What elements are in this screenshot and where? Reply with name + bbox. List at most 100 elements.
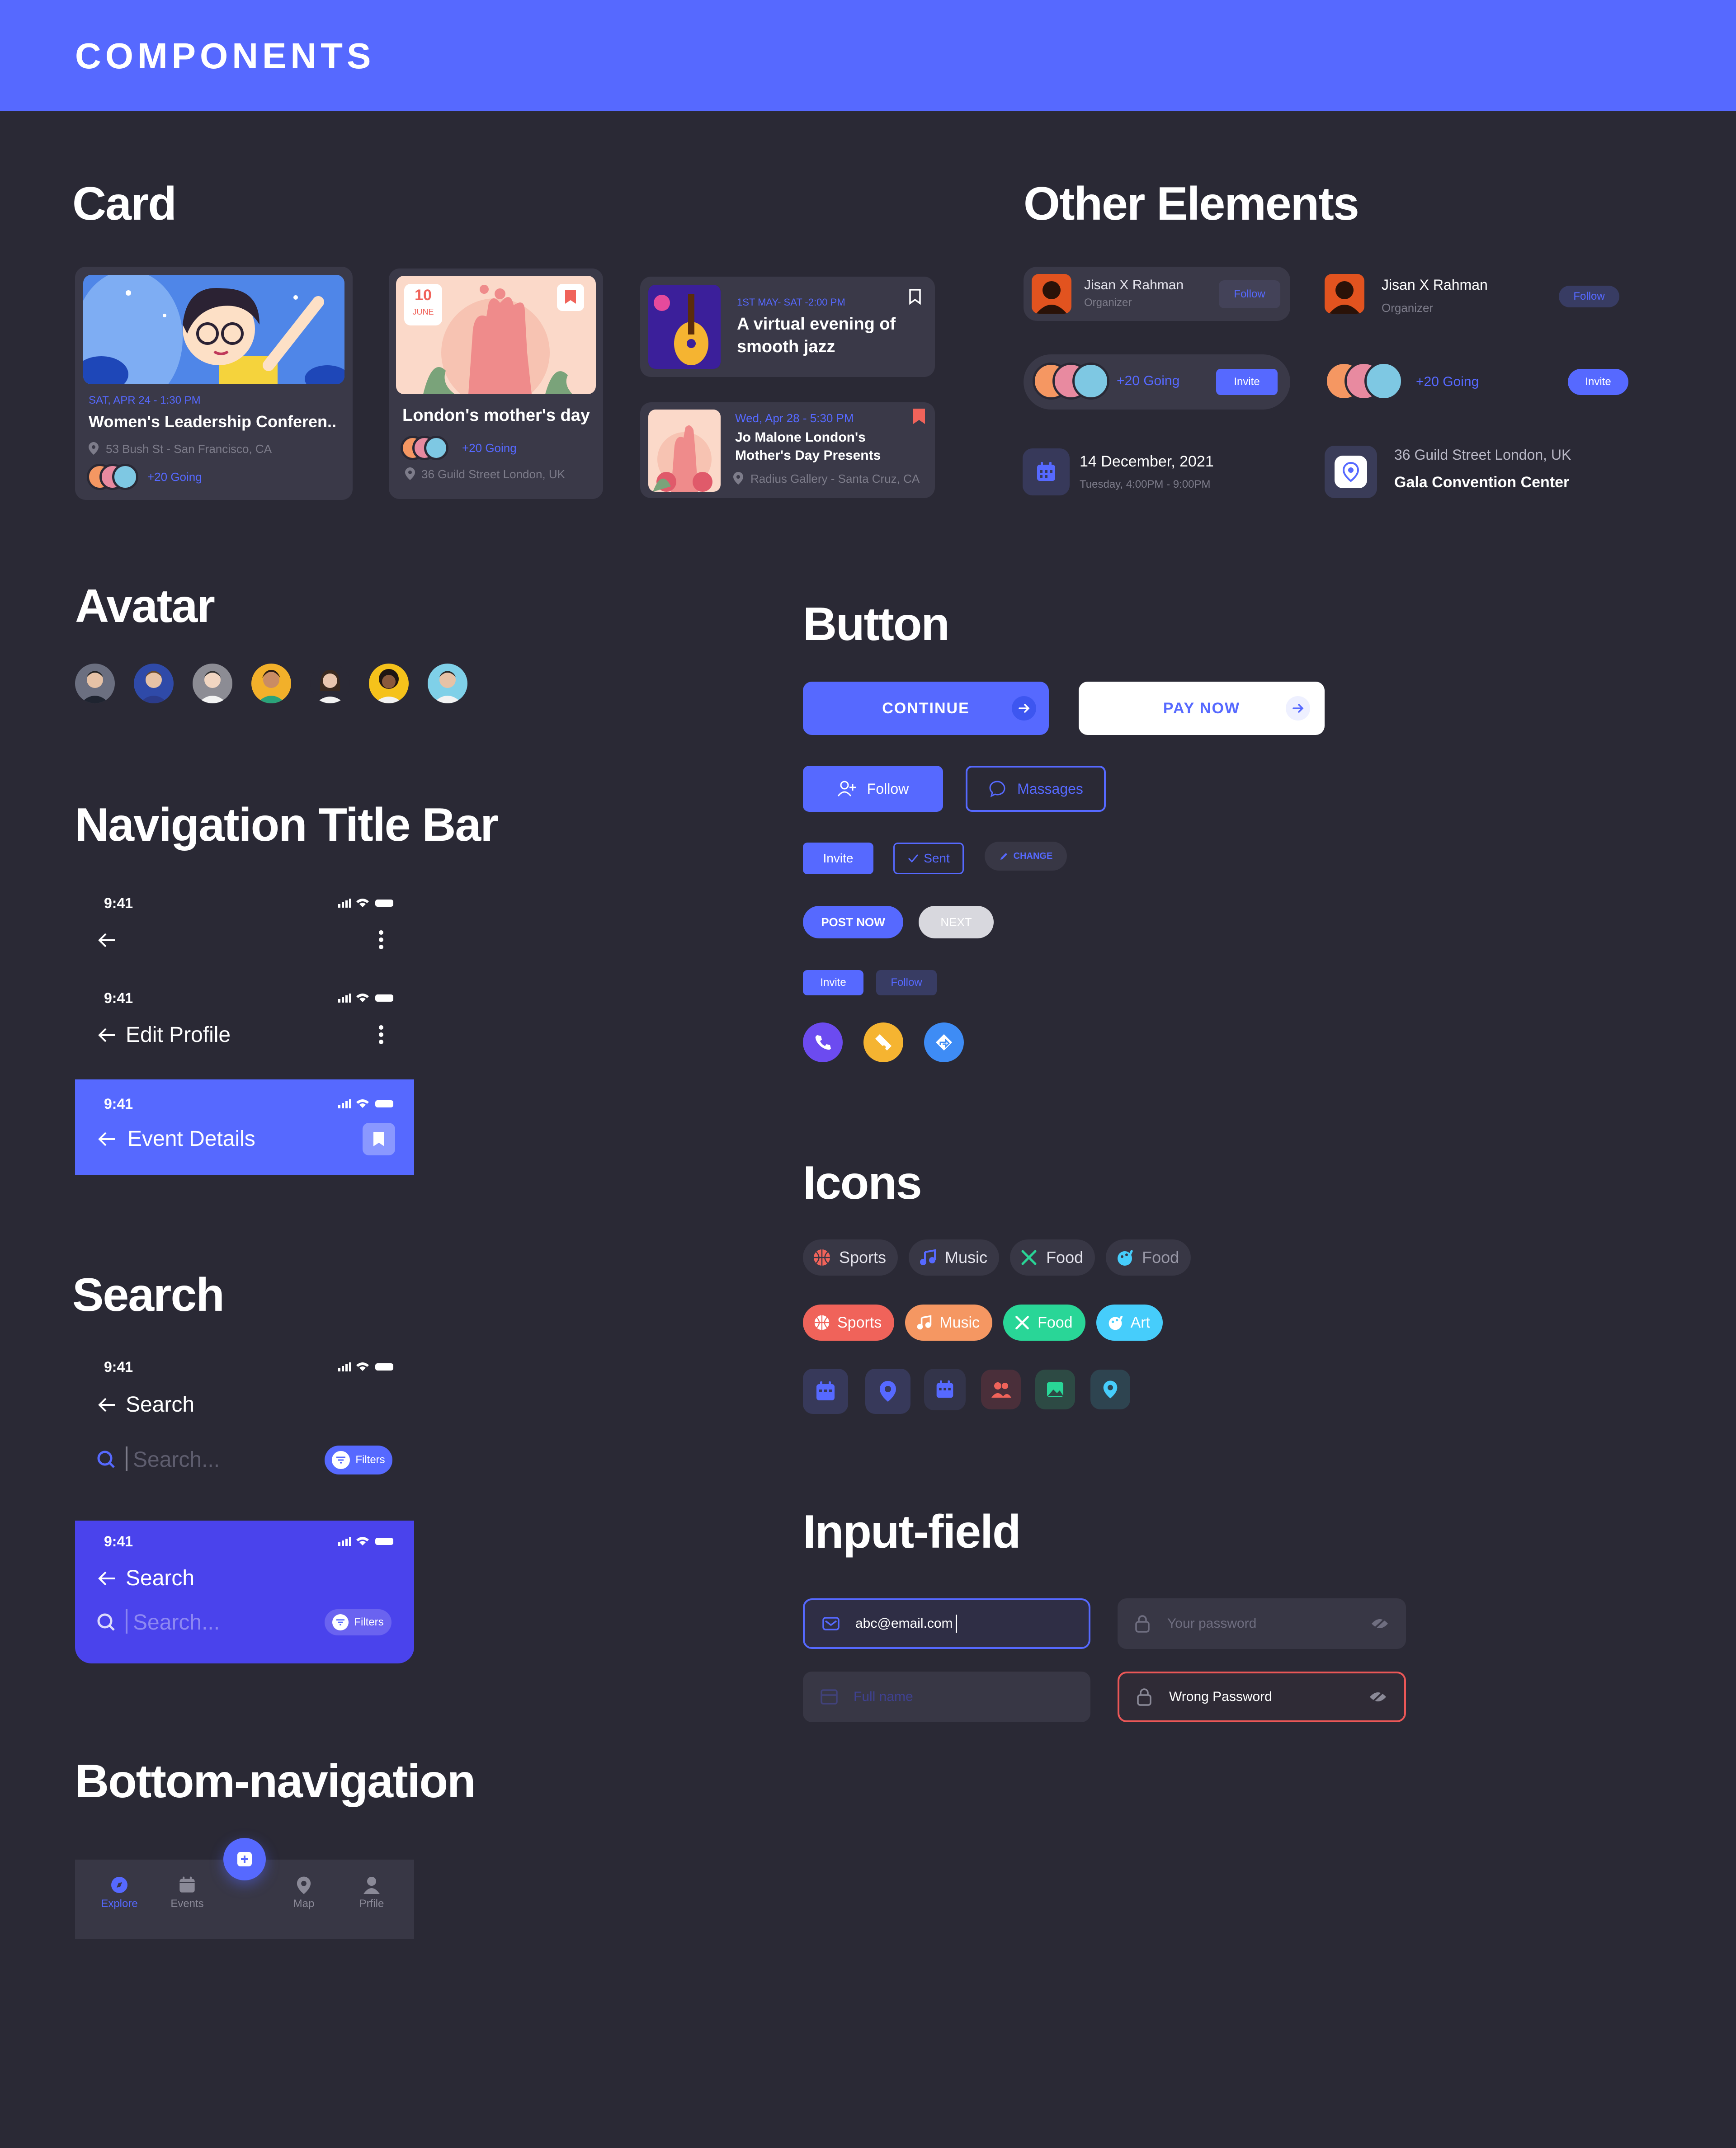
invite-button[interactable]: Invite — [803, 843, 873, 874]
bookmark-icon[interactable] — [913, 409, 925, 424]
continue-button[interactable]: CONTINUE — [803, 682, 1049, 735]
nav-item-profile[interactable]: Prfile — [349, 1876, 394, 1910]
filters-button[interactable]: Filters — [325, 1609, 392, 1635]
calendar-icon — [803, 1369, 848, 1414]
attendee-avatars — [401, 436, 459, 461]
email-field[interactable]: abc@email.com — [803, 1598, 1090, 1649]
more-icon[interactable] — [378, 929, 384, 950]
venue-address: 36 Guild Street London, UK — [1394, 447, 1571, 463]
follow-small-button[interactable]: Follow — [876, 970, 937, 995]
going-count: +20 Going — [1117, 373, 1180, 388]
change-label: CHANGE — [1013, 851, 1053, 861]
next-button[interactable]: NEXT — [919, 906, 994, 938]
avatar[interactable] — [369, 664, 409, 703]
category-chips-outline: Sports Music Food Food — [803, 1239, 1191, 1276]
avatar[interactable] — [134, 664, 174, 703]
status-time: 9:41 — [104, 990, 133, 1006]
avatar[interactable] — [310, 664, 350, 703]
location-pin-icon — [1090, 1370, 1130, 1409]
chip-art[interactable]: Art — [1096, 1305, 1163, 1341]
chat-icon — [989, 781, 1005, 797]
follow-button[interactable]: Follow — [803, 766, 943, 812]
back-arrow-icon[interactable] — [98, 1397, 116, 1413]
filters-button[interactable]: Filters — [325, 1446, 392, 1474]
sent-label: Sent — [924, 851, 950, 865]
users-icon — [981, 1370, 1021, 1409]
event-thumbnail — [648, 410, 721, 492]
section-title-other: Other Elements — [1024, 178, 1359, 230]
sent-button[interactable]: Sent — [893, 843, 964, 874]
status-time: 9:41 — [104, 1096, 133, 1112]
invite-button[interactable]: Invite — [1568, 369, 1628, 395]
location-pin-icon — [733, 472, 743, 485]
chip-music[interactable]: Music — [905, 1305, 993, 1341]
event-title: Women's Leadership Conferen.. — [89, 412, 336, 431]
avatar[interactable] — [193, 664, 232, 703]
avatar[interactable] — [428, 664, 467, 703]
post-now-button[interactable]: POST NOW — [803, 906, 903, 938]
phone-icon[interactable] — [803, 1022, 843, 1062]
event-title: London's mother's day — [402, 406, 590, 425]
change-button[interactable]: CHANGE — [985, 842, 1067, 871]
event-location: 53 Bush St - San Francisco, CA — [106, 442, 272, 456]
more-icon[interactable] — [378, 1024, 384, 1045]
search-input[interactable]: Search... — [133, 1447, 220, 1472]
location-pin-icon — [865, 1369, 910, 1414]
back-arrow-icon[interactable] — [98, 1570, 116, 1587]
fullname-field[interactable]: Full name — [803, 1672, 1090, 1722]
messages-button[interactable]: Massages — [966, 766, 1106, 812]
nav-title-event-details: Event Details — [127, 1127, 255, 1151]
event-card-leadership[interactable]: SAT, APR 24 - 1:30 PM Women's Leadership… — [75, 267, 353, 500]
chip-music[interactable]: Music — [909, 1239, 1000, 1276]
invite-button[interactable]: Invite — [1216, 369, 1278, 395]
eye-off-icon — [1370, 1690, 1386, 1704]
nav-item-map[interactable]: Map — [281, 1876, 326, 1910]
avatar[interactable] — [251, 664, 291, 703]
lock-icon — [1135, 1615, 1150, 1633]
nav-item-events[interactable]: Events — [165, 1876, 210, 1910]
follow-button[interactable]: Follow — [1559, 286, 1619, 307]
add-user-icon — [837, 781, 856, 796]
follow-button[interactable]: Follow — [1219, 280, 1280, 308]
chip-food[interactable]: Food — [1010, 1239, 1095, 1276]
filter-icon — [332, 1614, 349, 1630]
search-input[interactable]: Search... — [133, 1610, 220, 1635]
add-event-button[interactable] — [223, 1838, 266, 1880]
bookmark-icon[interactable] — [363, 1123, 395, 1155]
password-field[interactable]: Your password — [1118, 1598, 1406, 1649]
pay-now-button[interactable]: PAY NOW — [1079, 682, 1325, 735]
event-date: 1ST MAY- SAT -2:00 PM — [737, 297, 845, 308]
back-arrow-icon[interactable] — [98, 1131, 116, 1147]
status-time: 9:41 — [104, 1533, 133, 1550]
pay-now-label: PAY NOW — [1163, 699, 1241, 717]
chip-sports[interactable]: Sports — [803, 1305, 895, 1341]
bookmark-icon[interactable] — [909, 288, 921, 305]
event-card-jazz[interactable]: 1ST MAY- SAT -2:00 PM A virtual evening … — [640, 277, 935, 377]
ticket-icon[interactable] — [863, 1022, 903, 1062]
fullname-placeholder: Full name — [854, 1689, 913, 1704]
password-error-field[interactable]: Wrong Password — [1118, 1672, 1406, 1722]
going-row: +20 Going Invite — [1024, 354, 1290, 410]
chip-food-2[interactable]: Food — [1106, 1239, 1191, 1276]
attendee-avatars — [1325, 362, 1415, 402]
calendar-icon — [179, 1876, 195, 1893]
going-count: +20 Going — [462, 441, 517, 455]
organizer-row: Jisan X Rahman Organizer Follow — [1024, 267, 1290, 321]
invite-small-button[interactable]: Invite — [803, 970, 863, 995]
chip-food[interactable]: Food — [1003, 1305, 1085, 1341]
organizer-name: Jisan X Rahman — [1084, 278, 1184, 292]
event-card-jo-malone[interactable]: Wed, Apr 28 - 5:30 PM Jo Malone London's… — [640, 402, 935, 498]
follow-label: Follow — [867, 780, 909, 797]
location-pin-icon — [405, 467, 415, 480]
calendar-icon — [924, 1369, 966, 1410]
share-icon[interactable] — [924, 1022, 964, 1062]
basketball-icon — [814, 1249, 830, 1266]
nav-item-explore[interactable]: Explore — [97, 1876, 142, 1910]
back-arrow-icon[interactable] — [98, 1027, 116, 1043]
bookmark-icon[interactable] — [557, 284, 584, 311]
event-card-mothers-day[interactable]: 10 JUNE London's mother's day +20 Going … — [389, 268, 603, 499]
avatar[interactable] — [75, 664, 115, 703]
chip-sports[interactable]: Sports — [803, 1239, 898, 1276]
back-arrow-icon[interactable] — [98, 932, 116, 948]
event-date: Wed, Apr 28 - 5:30 PM — [735, 411, 854, 425]
